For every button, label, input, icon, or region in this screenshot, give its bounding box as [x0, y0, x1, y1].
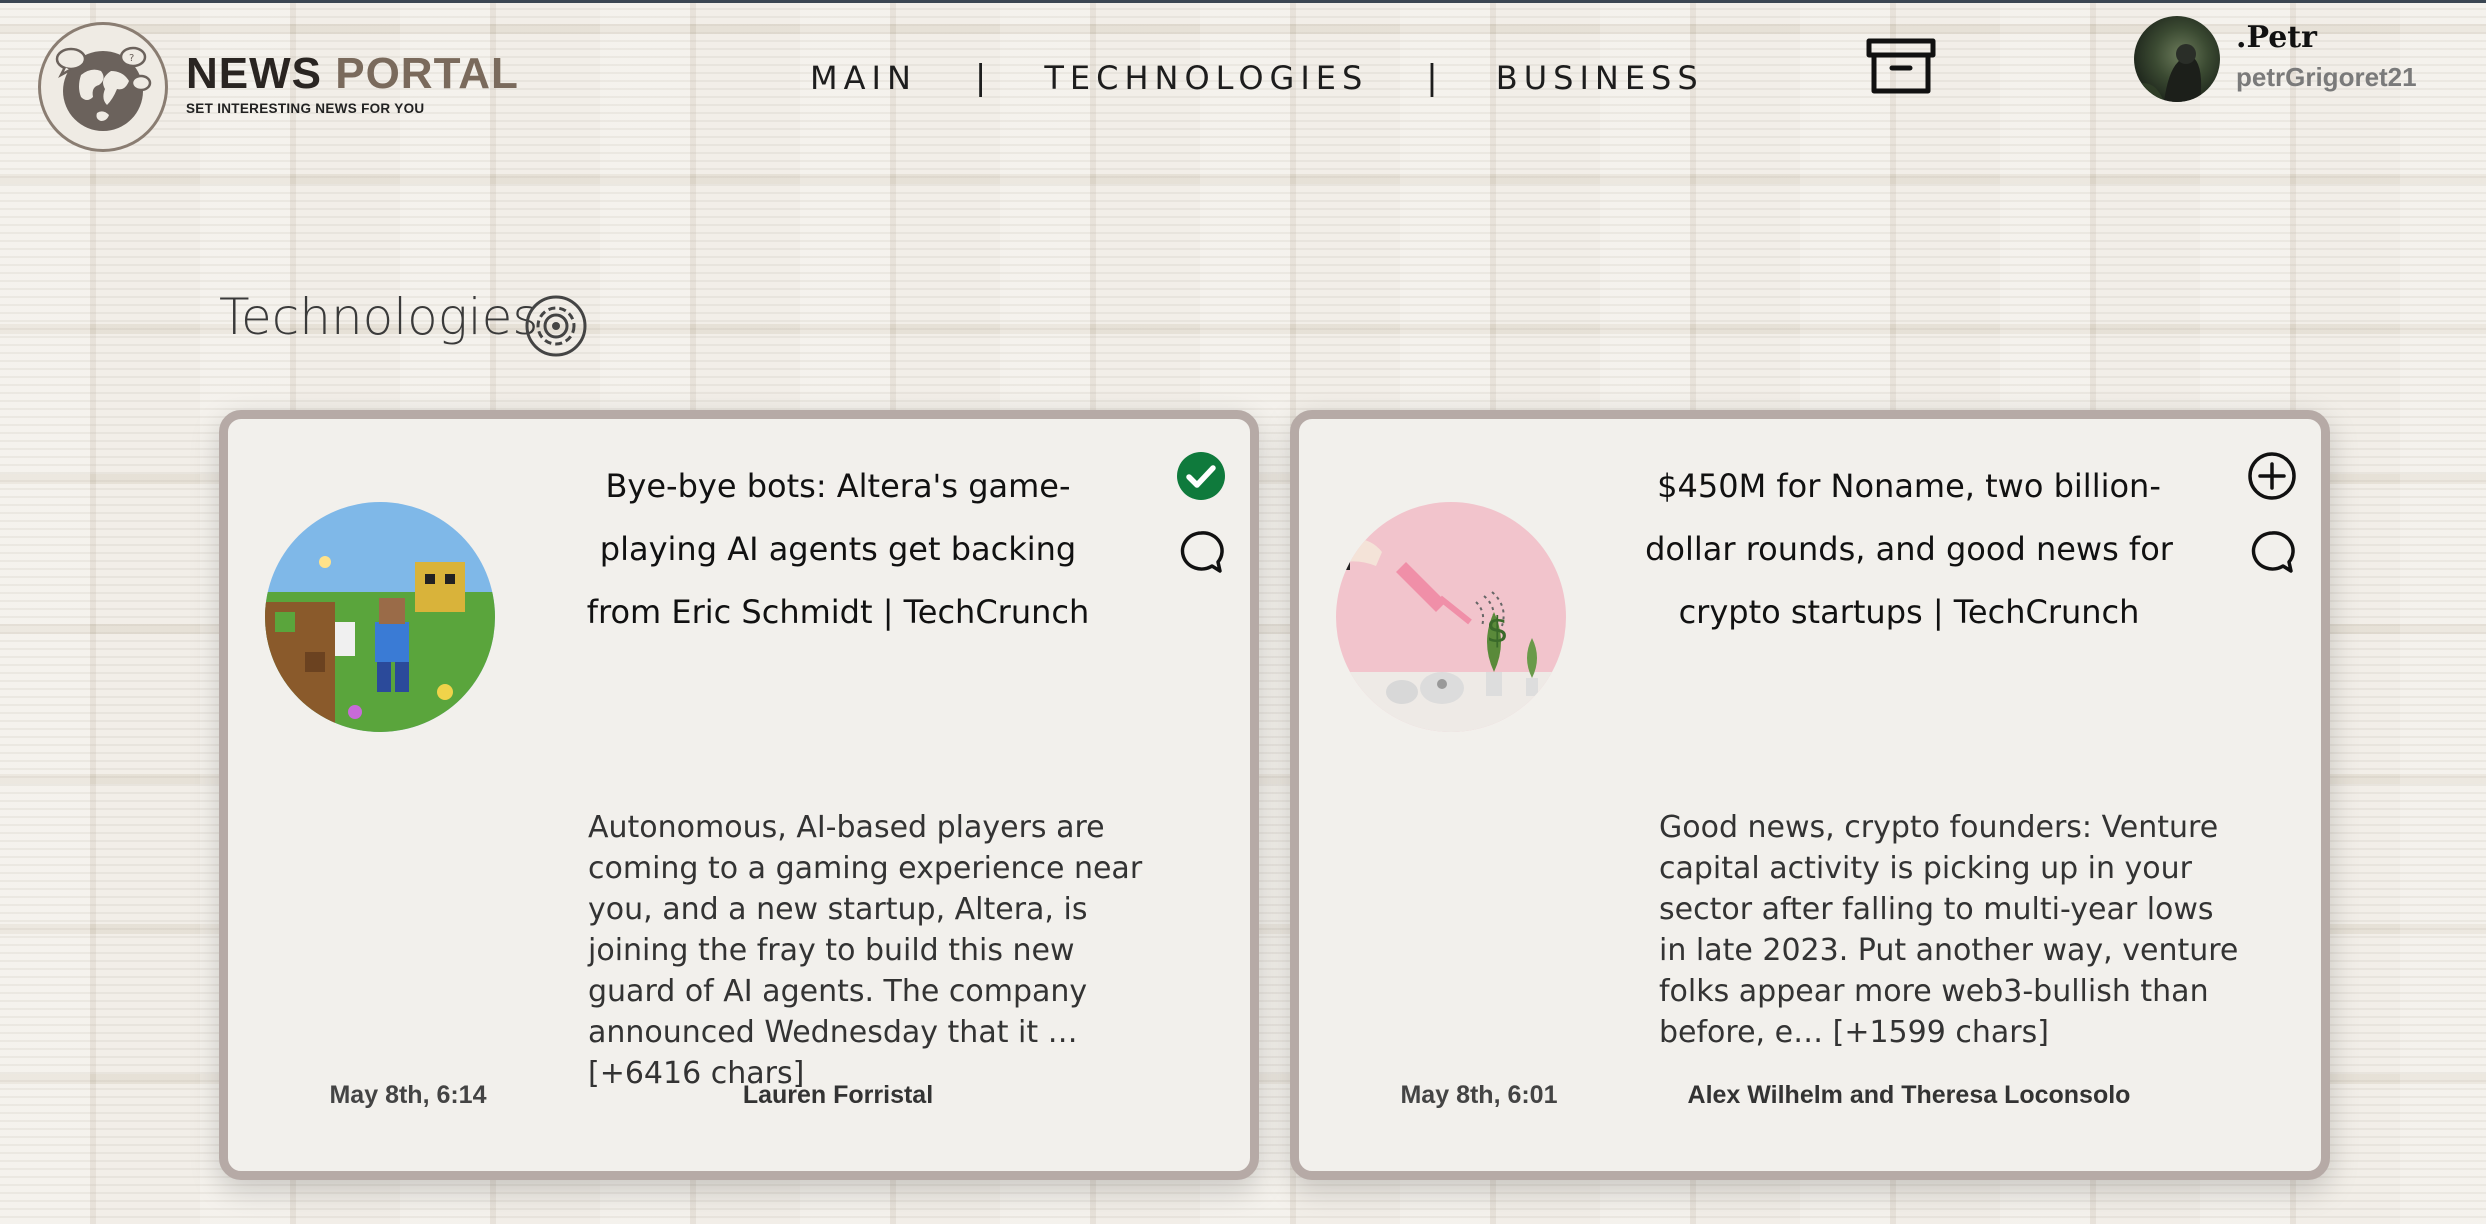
main-nav: MAIN | TECHNOLOGIES | BUSINESS	[810, 58, 1704, 98]
avatar[interactable]	[2134, 16, 2220, 102]
article-title[interactable]: $450M for Noname, two billion-dollar rou…	[1639, 455, 2179, 644]
article-thumbnail[interactable]	[265, 502, 495, 732]
article-description: Autonomous, AI-based players are coming …	[588, 810, 1143, 1091]
section-title: Technologies	[219, 288, 539, 346]
nav-separator: |	[1426, 58, 1438, 98]
article-description: Good news, crypto founders: Venture capi…	[1659, 810, 2239, 1050]
article-author: Lauren Forristal	[742, 1081, 934, 1109]
brand[interactable]: NEWS PORTAL SET INTERESTING NEWS FOR YOU	[186, 52, 519, 117]
comment-icon[interactable]	[2249, 529, 2295, 575]
article-title[interactable]: Bye-bye bots: Altera's game-playing AI a…	[568, 455, 1108, 644]
archive-box-icon[interactable]	[1866, 38, 1936, 94]
article-card[interactable]: Bye-bye bots: Altera's game-playing AI a…	[219, 410, 1259, 1180]
brand-title: NEWS PORTAL	[186, 52, 519, 96]
plus-circle-icon[interactable]	[2247, 451, 2297, 501]
article-card[interactable]: $ $450M for Noname, two billion-dollar r…	[1290, 410, 2330, 1180]
user-handle: petrGrigoret21	[2236, 62, 2417, 92]
brand-title-news: NEWS	[186, 49, 322, 98]
brand-title-portal: PORTAL	[335, 49, 519, 98]
nav-separator: |	[974, 58, 987, 98]
user-display-name: .Petr	[2236, 20, 2317, 55]
check-circle-icon[interactable]	[1176, 451, 1226, 501]
brand-subtitle: SET INTERESTING NEWS FOR YOU	[186, 101, 425, 116]
nav-item-main[interactable]: MAIN	[810, 59, 917, 97]
article-date: May 8th, 6:01	[1400, 1081, 1558, 1109]
comment-icon[interactable]	[1178, 529, 1224, 575]
nav-item-business[interactable]: BUSINESS	[1496, 59, 1704, 97]
nav-item-technologies[interactable]: TECHNOLOGIES	[1044, 59, 1368, 97]
globe-chat-icon: ?	[55, 46, 152, 131]
article-author: Alex Wilhelm and Theresa Loconsolo	[1687, 1081, 2131, 1109]
logo[interactable]: ?	[38, 22, 168, 152]
article-date: May 8th, 6:14	[329, 1081, 487, 1109]
svg-text:$: $	[1486, 610, 1509, 651]
article-thumbnail[interactable]: $	[1336, 502, 1566, 732]
tech-gear-icon	[523, 293, 589, 359]
svg-text:?: ?	[129, 53, 134, 64]
top-border	[0, 0, 2486, 3]
